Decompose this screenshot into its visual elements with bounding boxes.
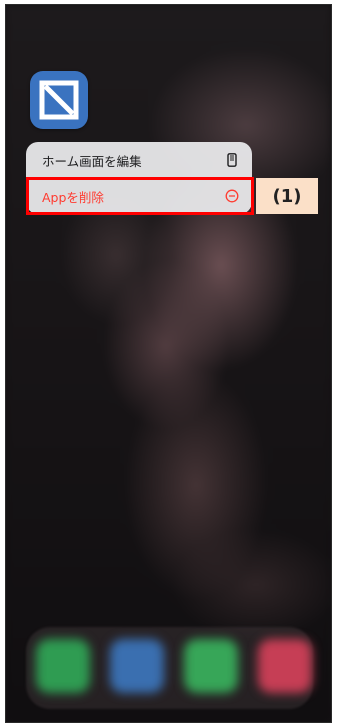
phone-outline-icon bbox=[224, 152, 240, 168]
step-callout-label: (1) bbox=[256, 178, 318, 214]
highlight-box bbox=[26, 177, 254, 215]
app-glyph-icon bbox=[39, 80, 79, 120]
dock-messages-app-icon bbox=[184, 639, 238, 693]
dock-phone-app-icon bbox=[36, 639, 90, 693]
app-icon[interactable] bbox=[30, 71, 88, 129]
edit-home-screen-label: ホーム画面を編集 bbox=[42, 153, 142, 169]
dock-safari-app-icon bbox=[110, 639, 164, 693]
phone-screen: ホーム画面を編集 Appを削除 bbox=[5, 4, 332, 723]
dock-music-app-icon bbox=[258, 639, 312, 693]
edit-home-screen-menu-item[interactable]: ホーム画面を編集 bbox=[26, 142, 252, 178]
